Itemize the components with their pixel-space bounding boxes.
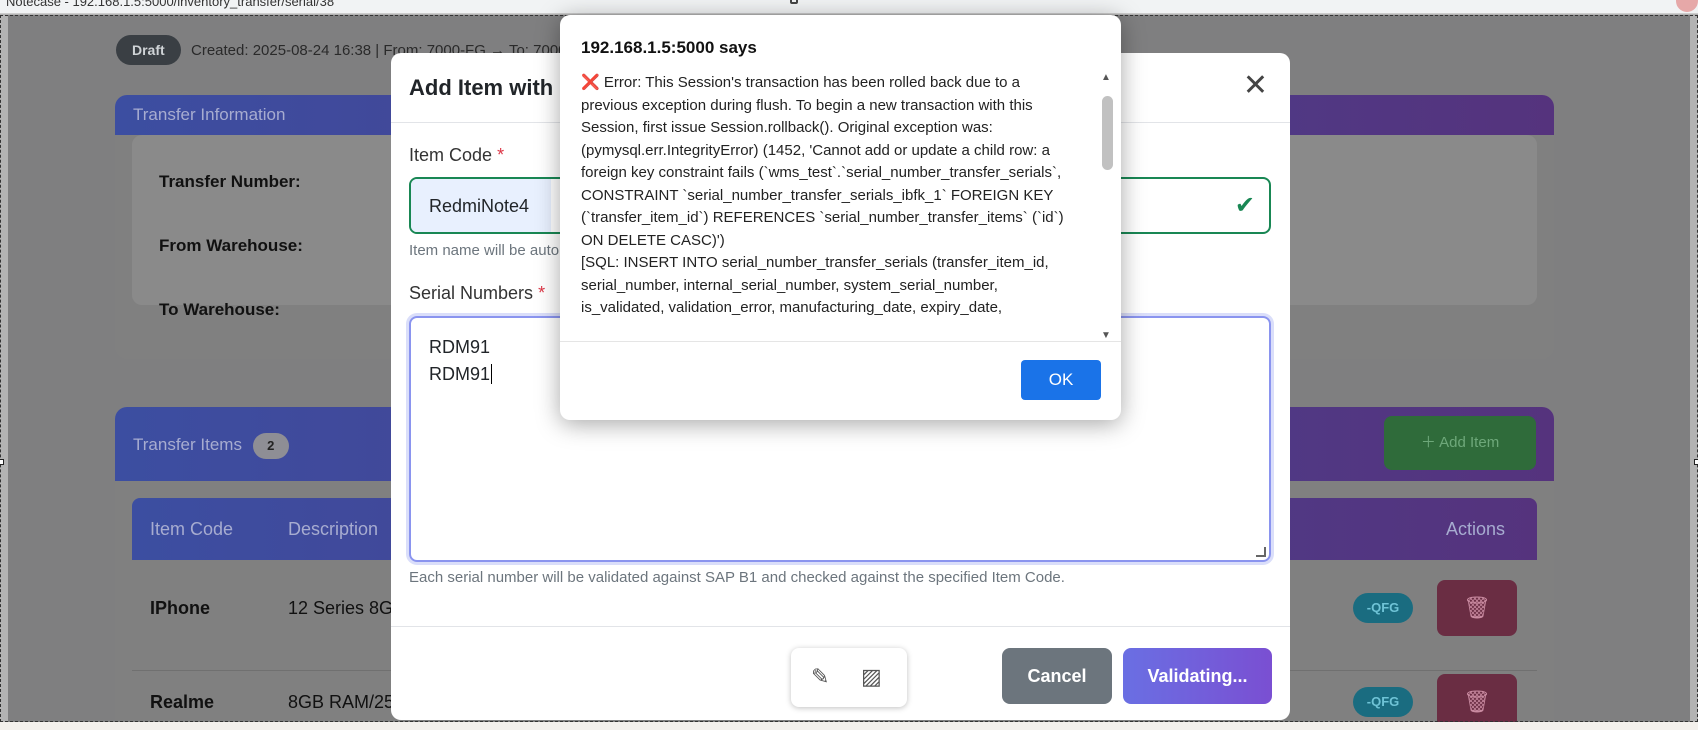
scroll-up-icon[interactable]: ▲ xyxy=(1101,72,1111,83)
row1-description: 12 Series 8GE xyxy=(288,598,406,618)
textarea-resize-handle[interactable] xyxy=(1256,547,1266,557)
alert-scrollbar[interactable]: ▲ ▼ xyxy=(1099,72,1116,341)
alert-title: 192.168.1.5:5000 says xyxy=(581,38,757,57)
row1-warehouse-badge: -QFG xyxy=(1353,593,1413,623)
resize-handle-left[interactable] xyxy=(0,459,4,465)
profile-avatar[interactable] xyxy=(1676,0,1698,12)
row2-description: 8GB RAM/25 xyxy=(288,692,395,712)
add-item-button[interactable]: ＋ Add Item xyxy=(1384,416,1536,470)
from-warehouse-label: From Warehouse: xyxy=(159,236,303,255)
error-sql: [SQL: INSERT INTO serial_number_transfer… xyxy=(581,254,1049,316)
eraser-icon[interactable]: ✎ xyxy=(811,664,829,690)
item-code-hint: Item name will be auto xyxy=(409,242,560,259)
col-item-code: Item Code xyxy=(150,519,234,539)
scroll-thumb[interactable] xyxy=(1102,96,1113,170)
modal-title: Add Item with xyxy=(409,75,554,100)
cancel-button[interactable]: Cancel xyxy=(1002,648,1112,704)
browser-toolbar: Notecase - 192.168.1.5:5000/inventory_tr… xyxy=(0,0,1698,14)
bottom-strip xyxy=(0,722,1698,730)
checkmark-icon: ✔ xyxy=(1234,192,1255,219)
row2-warehouse-badge: -QFG xyxy=(1353,687,1413,717)
alert-message: ❌ Error: This Session's transaction has … xyxy=(581,72,1069,341)
row1-delete-button[interactable]: 🗑 xyxy=(1437,580,1517,636)
validate-button[interactable]: Validating... xyxy=(1123,648,1272,704)
row1-item-code: IPhone xyxy=(150,598,211,618)
close-icon[interactable]: ✕ xyxy=(1243,71,1268,101)
col-actions: Actions xyxy=(1446,519,1506,539)
plus-icon: ＋ xyxy=(1420,434,1440,451)
items-count-badge: 2 xyxy=(252,433,289,459)
item-code-label: Item Code * xyxy=(409,145,505,165)
trash-icon: 🗑 xyxy=(1463,595,1491,620)
trash-icon: 🗑 xyxy=(1463,689,1491,714)
col-description: Description xyxy=(288,519,379,539)
window-icon[interactable] xyxy=(790,0,798,4)
floating-toolbar: ✎ ▨ xyxy=(791,648,907,707)
serial-numbers-label: Serial Numbers * xyxy=(409,283,546,303)
error-message: Error: This Session's transaction has be… xyxy=(581,74,1064,249)
error-icon: ❌ xyxy=(581,74,600,91)
ok-button[interactable]: OK xyxy=(1021,360,1101,400)
item-code-value: RedmiNote4 xyxy=(429,196,530,216)
scroll-down-icon[interactable]: ▼ xyxy=(1101,330,1111,341)
row2-delete-button[interactable]: 🗑 xyxy=(1437,674,1517,722)
resize-handle-right[interactable] xyxy=(1694,459,1698,465)
row2-item-code: Realme xyxy=(150,692,215,712)
to-warehouse-label: To Warehouse: xyxy=(159,300,280,319)
transfer-number-label: Transfer Number: xyxy=(159,172,301,191)
serial-hint: Each serial number will be validated aga… xyxy=(409,569,1065,586)
redact-icon[interactable]: ▨ xyxy=(861,664,882,690)
browser-alert-dialog: 192.168.1.5:5000 says ❌ Error: This Sess… xyxy=(560,15,1121,420)
transfer-items-title: Transfer Items xyxy=(133,435,242,454)
address-bar[interactable]: Notecase - 192.168.1.5:5000/inventory_tr… xyxy=(6,0,334,9)
alert-divider xyxy=(560,341,1121,342)
status-badge: Draft xyxy=(116,35,181,65)
modal-footer-divider xyxy=(391,626,1290,627)
